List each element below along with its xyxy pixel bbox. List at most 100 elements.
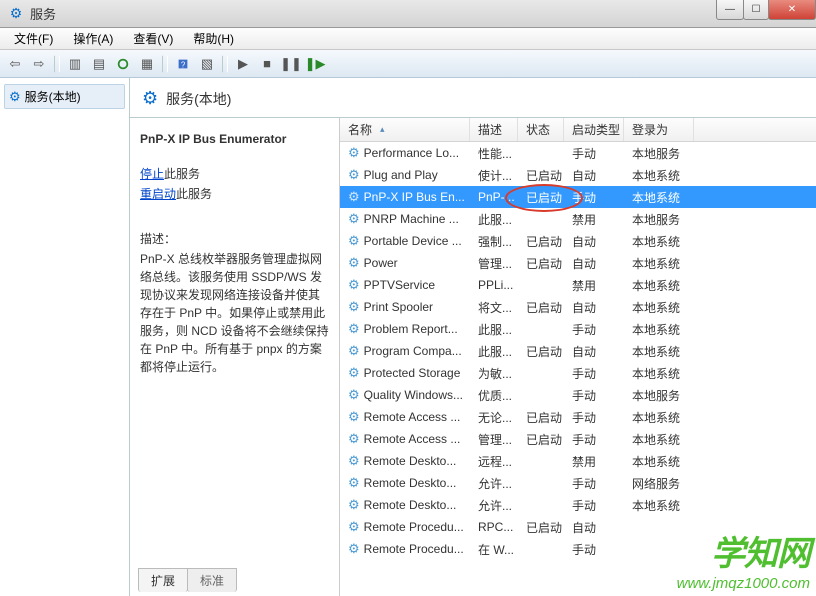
minimize-button[interactable]: — <box>716 0 744 20</box>
cell-logon: 本地系统 <box>624 343 694 360</box>
help-button[interactable]: ? <box>172 53 194 75</box>
cell-startup: 禁用 <box>564 453 624 470</box>
service-row[interactable]: ⚙Remote Deskto...允许...手动网络服务 <box>340 472 816 494</box>
service-row[interactable]: ⚙Remote Procedu...在 W...手动 <box>340 538 816 560</box>
cell-desc: 性能... <box>470 145 518 162</box>
cell-startup: 自动 <box>564 255 624 272</box>
service-row[interactable]: ⚙Plug and Play使计...已启动自动本地系统 <box>340 164 816 186</box>
gear-icon: ⚙ <box>348 453 360 469</box>
service-row[interactable]: ⚙Problem Report...此服...手动本地系统 <box>340 318 816 340</box>
cell-logon: 本地系统 <box>624 409 694 426</box>
column-startup[interactable]: 启动类型 <box>564 118 624 141</box>
service-row[interactable]: ⚙PNRP Machine ...此服...禁用本地服务 <box>340 208 816 230</box>
column-status[interactable]: 状态 <box>518 118 564 141</box>
cell-desc: 管理... <box>470 431 518 448</box>
cell-desc: 远程... <box>470 453 518 470</box>
column-logon[interactable]: 登录为 <box>624 118 694 141</box>
show-hide-tree-button[interactable]: ▥ <box>64 53 86 75</box>
tab-extended[interactable]: 扩展 <box>138 568 188 592</box>
column-name[interactable]: 名称 <box>340 118 470 141</box>
menu-action[interactable]: 操作(A) <box>65 28 121 49</box>
cell-desc: PPLi... <box>470 278 518 292</box>
cell-desc: 优质... <box>470 387 518 404</box>
service-row[interactable]: ⚙Quality Windows...优质...手动本地服务 <box>340 384 816 406</box>
main-title: 服务(本地) <box>166 89 231 109</box>
cell-desc: 管理... <box>470 255 518 272</box>
service-row[interactable]: ⚙Remote Procedu...RPC...已启动自动 <box>340 516 816 538</box>
cell-logon: 网络服务 <box>624 475 694 492</box>
back-button[interactable]: ⇦ <box>4 53 26 75</box>
gear-icon: ⚙ <box>348 497 360 513</box>
gear-icon: ⚙ <box>348 431 360 447</box>
service-row[interactable]: ⚙Performance Lo...性能...手动本地服务 <box>340 142 816 164</box>
gear-icon: ⚙ <box>348 409 360 425</box>
export-button[interactable] <box>112 53 134 75</box>
service-row[interactable]: ⚙PPTVServicePPLi...禁用本地系统 <box>340 274 816 296</box>
view-button[interactable]: ▧ <box>196 53 218 75</box>
service-row[interactable]: ⚙ Remote Access ... 管理...已启动手动本地系统 <box>340 428 816 450</box>
cell-status: 已启动 <box>518 431 564 448</box>
cell-desc: 此服... <box>470 211 518 228</box>
cell-logon: 本地服务 <box>624 387 694 404</box>
cell-name: Remote Access ... <box>364 432 461 446</box>
service-row[interactable]: ⚙Portable Device ...强制...已启动自动本地系统 <box>340 230 816 252</box>
main-pane: ⚙ 服务(本地) PnP-X IP Bus Enumerator 停止此服务 重… <box>130 78 816 596</box>
properties-button[interactable]: ▤ <box>88 53 110 75</box>
cell-desc: 为敏... <box>470 365 518 382</box>
toolbar: ⇦ ⇨ ▥ ▤ ▦ ? ▧ ▶ ■ ❚❚ ❚▶ <box>0 50 816 78</box>
content-area: ⚙ 服务(本地) ⚙ 服务(本地) PnP-X IP Bus Enumerato… <box>0 78 816 596</box>
cell-startup: 手动 <box>564 475 624 492</box>
service-row[interactable]: ⚙PnP-X IP Bus En...PnP-...已启动手动本地系统 <box>340 186 816 208</box>
cell-startup: 手动 <box>564 189 624 206</box>
start-service-button[interactable]: ▶ <box>232 53 254 75</box>
list-body[interactable]: ⚙Performance Lo...性能...手动本地服务⚙Plug and P… <box>340 142 816 596</box>
restart-link[interactable]: 重启动 <box>140 187 176 201</box>
menu-help[interactable]: 帮助(H) <box>185 28 242 49</box>
menu-view[interactable]: 查看(V) <box>125 28 181 49</box>
service-row[interactable]: ⚙Remote Access ...无论...已启动手动本地系统 <box>340 406 816 428</box>
cell-name: Remote Deskto... <box>364 454 457 468</box>
cell-desc: 此服... <box>470 343 518 360</box>
detail-pane: PnP-X IP Bus Enumerator 停止此服务 重启动此服务 描述：… <box>130 118 340 596</box>
cell-logon: 本地系统 <box>624 255 694 272</box>
cell-name: PnP-X IP Bus En... <box>364 190 465 204</box>
cell-logon: 本地系统 <box>624 189 694 206</box>
close-button[interactable]: ✕ <box>768 0 816 20</box>
cell-name: Remote Access ... <box>364 410 461 424</box>
cell-desc: PnP-... <box>470 190 518 204</box>
cell-startup: 手动 <box>564 409 624 426</box>
service-row[interactable]: ⚙Protected Storage为敏...手动本地系统 <box>340 362 816 384</box>
stop-link[interactable]: 停止 <box>140 167 164 181</box>
cell-status: 已启动 <box>518 519 564 536</box>
services-icon: ⚙ <box>8 6 24 22</box>
gear-icon: ⚙ <box>348 233 360 249</box>
gear-icon: ⚙ <box>348 387 360 403</box>
forward-button[interactable]: ⇨ <box>28 53 50 75</box>
maximize-button[interactable]: ☐ <box>743 0 769 20</box>
pause-service-button[interactable]: ❚❚ <box>280 53 302 75</box>
service-row[interactable]: ⚙Program Compa...此服...已启动自动本地系统 <box>340 340 816 362</box>
cell-logon: 本地系统 <box>624 431 694 448</box>
service-actions: 停止此服务 重启动此服务 <box>140 164 329 204</box>
service-row[interactable]: ⚙Remote Deskto...允许...手动本地系统 <box>340 494 816 516</box>
service-row[interactable]: ⚙Remote Deskto...远程...禁用本地系统 <box>340 450 816 472</box>
cell-status: 已启动 <box>518 409 564 426</box>
cell-status: 已启动 <box>518 299 564 316</box>
gear-icon: ⚙ <box>348 277 360 293</box>
gear-icon: ⚙ <box>348 255 360 271</box>
menu-file[interactable]: 文件(F) <box>6 28 61 49</box>
main-body: PnP-X IP Bus Enumerator 停止此服务 重启动此服务 描述：… <box>130 117 816 596</box>
refresh-button[interactable]: ▦ <box>136 53 158 75</box>
cell-logon: 本地服务 <box>624 145 694 162</box>
cell-startup: 手动 <box>564 431 624 448</box>
service-row[interactable]: ⚙Power管理...已启动自动本地系统 <box>340 252 816 274</box>
nav-services-local[interactable]: ⚙ 服务(本地) <box>4 84 125 109</box>
service-row[interactable]: ⚙Print Spooler将文...已启动自动本地系统 <box>340 296 816 318</box>
restart-service-button[interactable]: ❚▶ <box>304 53 326 75</box>
tab-standard[interactable]: 标准 <box>187 568 237 592</box>
column-desc[interactable]: 描述 <box>470 118 518 141</box>
gear-icon: ⚙ <box>348 365 360 381</box>
cell-startup: 自动 <box>564 299 624 316</box>
cell-desc: 允许... <box>470 497 518 514</box>
stop-service-button[interactable]: ■ <box>256 53 278 75</box>
